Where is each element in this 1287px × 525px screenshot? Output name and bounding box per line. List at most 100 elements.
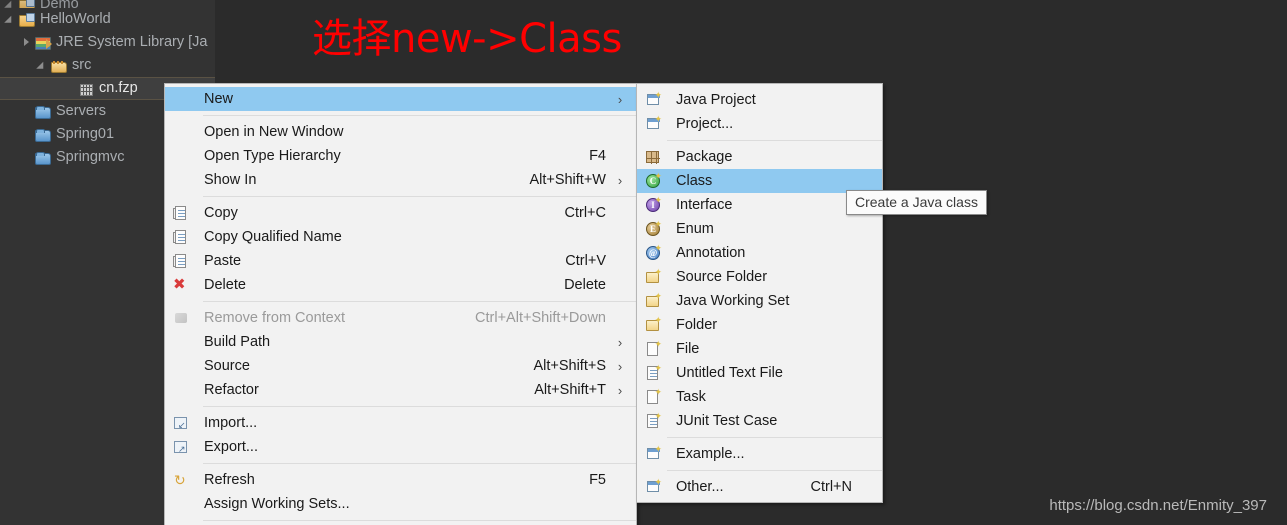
java-project-icon: ✦ — [645, 92, 661, 108]
menu-item-delete[interactable]: ✖DeleteDelete — [165, 273, 636, 297]
menu-item-label: Copy Qualified Name — [192, 229, 608, 245]
jre-library-icon — [35, 37, 51, 50]
menu-item-icon-slot: I✦ — [642, 197, 664, 213]
no-icon — [173, 358, 189, 374]
menu-item-shortcut: Ctrl+V — [565, 253, 608, 269]
chevron-right-icon[interactable] — [22, 37, 33, 48]
menu-item-icon-slot: ↻ — [170, 472, 192, 488]
menu-item-junit-test-case[interactable]: ✦JUnit Test Case — [637, 409, 882, 433]
delete-icon: ✖ — [173, 277, 189, 293]
new-submenu[interactable]: ✦Java Project✦Project...PackageC✦ClassI✦… — [636, 83, 883, 503]
menu-separator — [203, 301, 636, 302]
menu-item-label: Annotation — [664, 245, 854, 261]
other-icon: ✦ — [645, 479, 661, 495]
menu-item-icon-slot — [170, 496, 192, 512]
submenu-chevron-icon: › — [614, 173, 626, 188]
menu-item-icon-slot: ✦ — [642, 479, 664, 495]
tree-spacer — [66, 83, 77, 94]
menu-item-label: Other... — [664, 479, 811, 495]
menu-item-import[interactable]: ↙Import... — [165, 411, 636, 435]
menu-item-label: Folder — [664, 317, 854, 333]
enum-icon: E✦ — [645, 221, 661, 237]
context-menu[interactable]: New›Open in New WindowOpen Type Hierarch… — [164, 83, 637, 525]
menu-item-label: Class — [664, 173, 854, 189]
menu-item-label: JUnit Test Case — [664, 413, 854, 429]
menu-item-new[interactable]: New› — [165, 87, 636, 111]
menu-item-other[interactable]: ✦Other...Ctrl+N — [637, 475, 882, 499]
menu-item-icon-slot — [170, 124, 192, 140]
menu-item-icon-slot: ✦ — [642, 92, 664, 108]
menu-item-paste[interactable]: PasteCtrl+V — [165, 249, 636, 273]
tree-item-helloworld[interactable]: HelloWorld — [0, 8, 215, 31]
menu-separator — [667, 140, 882, 141]
chevron-down-icon[interactable] — [6, 0, 17, 8]
menu-item-icon-slot: ✦ — [642, 389, 664, 405]
menu-item-folder[interactable]: ✦Folder — [637, 313, 882, 337]
menu-item-shortcut: Ctrl+C — [565, 205, 609, 221]
chevron-down-icon[interactable] — [6, 14, 17, 25]
menu-item-example[interactable]: ✦Example... — [637, 442, 882, 466]
red-annotation-text: 选择new->Class — [312, 19, 622, 59]
blue-folder-icon — [35, 107, 51, 119]
menu-item-project[interactable]: ✦Project... — [637, 112, 882, 136]
watermark-url: https://blog.csdn.net/Enmity_397 — [1049, 497, 1267, 514]
menu-item-open-in-new-window[interactable]: Open in New Window — [165, 120, 636, 144]
menu-item-label: Remove from Context — [192, 310, 475, 326]
no-icon — [173, 172, 189, 188]
menu-item-shortcut: Alt+Shift+S — [533, 358, 608, 374]
menu-item-task[interactable]: ✦Task — [637, 385, 882, 409]
menu-item-label: Untitled Text File — [664, 365, 854, 381]
menu-item-label: Project... — [664, 116, 854, 132]
menu-item-open-type-hierarchy[interactable]: Open Type HierarchyF4 — [165, 144, 636, 168]
menu-item-source[interactable]: SourceAlt+Shift+S› — [165, 354, 636, 378]
menu-item-label: Show In — [192, 172, 529, 188]
menu-item-label: Package — [664, 149, 854, 165]
menu-item-label: Assign Working Sets... — [192, 496, 608, 512]
menu-item-copy[interactable]: CopyCtrl+C — [165, 201, 636, 225]
menu-item-java-project[interactable]: ✦Java Project — [637, 88, 882, 112]
menu-item-show-in[interactable]: Show InAlt+Shift+W› — [165, 168, 636, 192]
menu-separator — [667, 437, 882, 438]
menu-item-enum[interactable]: E✦Enum — [637, 217, 882, 241]
menu-item-package[interactable]: Package — [637, 145, 882, 169]
tree-item-src[interactable]: src — [0, 54, 215, 77]
menu-item-icon-slot — [170, 172, 192, 188]
tree-item-demo[interactable]: Demo — [0, 0, 215, 8]
menu-item-refresh[interactable]: ↻RefreshF5 — [165, 468, 636, 492]
tree-spacer — [22, 106, 33, 117]
menu-item-build-path[interactable]: Build Path› — [165, 330, 636, 354]
submenu-chevron-icon: › — [614, 92, 626, 107]
menu-item-untitled-text-file[interactable]: ✦Untitled Text File — [637, 361, 882, 385]
tooltip: Create a Java class — [846, 190, 987, 215]
package-icon — [645, 149, 661, 165]
java-working-set-icon: ✦ — [645, 293, 661, 309]
submenu-chevron-icon: › — [614, 383, 626, 398]
menu-item-icon-slot — [170, 358, 192, 374]
menu-item-file[interactable]: ✦File — [637, 337, 882, 361]
tree-item-jre-system-library-ja[interactable]: JRE System Library [Ja — [0, 31, 215, 54]
tree-item-label: JRE System Library [Ja — [56, 35, 208, 50]
project-folder-icon — [19, 0, 35, 8]
refresh-icon: ↻ — [173, 472, 189, 488]
menu-item-copy-qualified-name[interactable]: Copy Qualified Name — [165, 225, 636, 249]
menu-item-export[interactable]: ↗Export... — [165, 435, 636, 459]
menu-item-assign-working-sets[interactable]: Assign Working Sets... — [165, 492, 636, 516]
menu-item-icon-slot: ✦ — [642, 365, 664, 381]
submenu-chevron-icon: › — [614, 359, 626, 374]
menu-item-source-folder[interactable]: ✦Source Folder — [637, 265, 882, 289]
menu-item-annotation[interactable]: @✦Annotation — [637, 241, 882, 265]
project-folder-icon — [19, 15, 35, 27]
tree-item-label: Spring01 — [56, 127, 114, 142]
copy-qualified-icon — [173, 229, 189, 245]
no-icon — [173, 496, 189, 512]
no-icon — [173, 382, 189, 398]
menu-item-remove-from-context[interactable]: Remove from ContextCtrl+Alt+Shift+Down — [165, 306, 636, 330]
task-icon: ✦ — [645, 389, 661, 405]
menu-item-shortcut: Delete — [564, 277, 608, 293]
menu-item-label: Paste — [192, 253, 565, 269]
menu-item-refactor[interactable]: RefactorAlt+Shift+T› — [165, 378, 636, 402]
menu-item-label: Open Type Hierarchy — [192, 148, 589, 164]
chevron-down-icon[interactable] — [38, 60, 49, 71]
menu-item-java-working-set[interactable]: ✦Java Working Set — [637, 289, 882, 313]
menu-item-icon-slot: ✦ — [642, 269, 664, 285]
